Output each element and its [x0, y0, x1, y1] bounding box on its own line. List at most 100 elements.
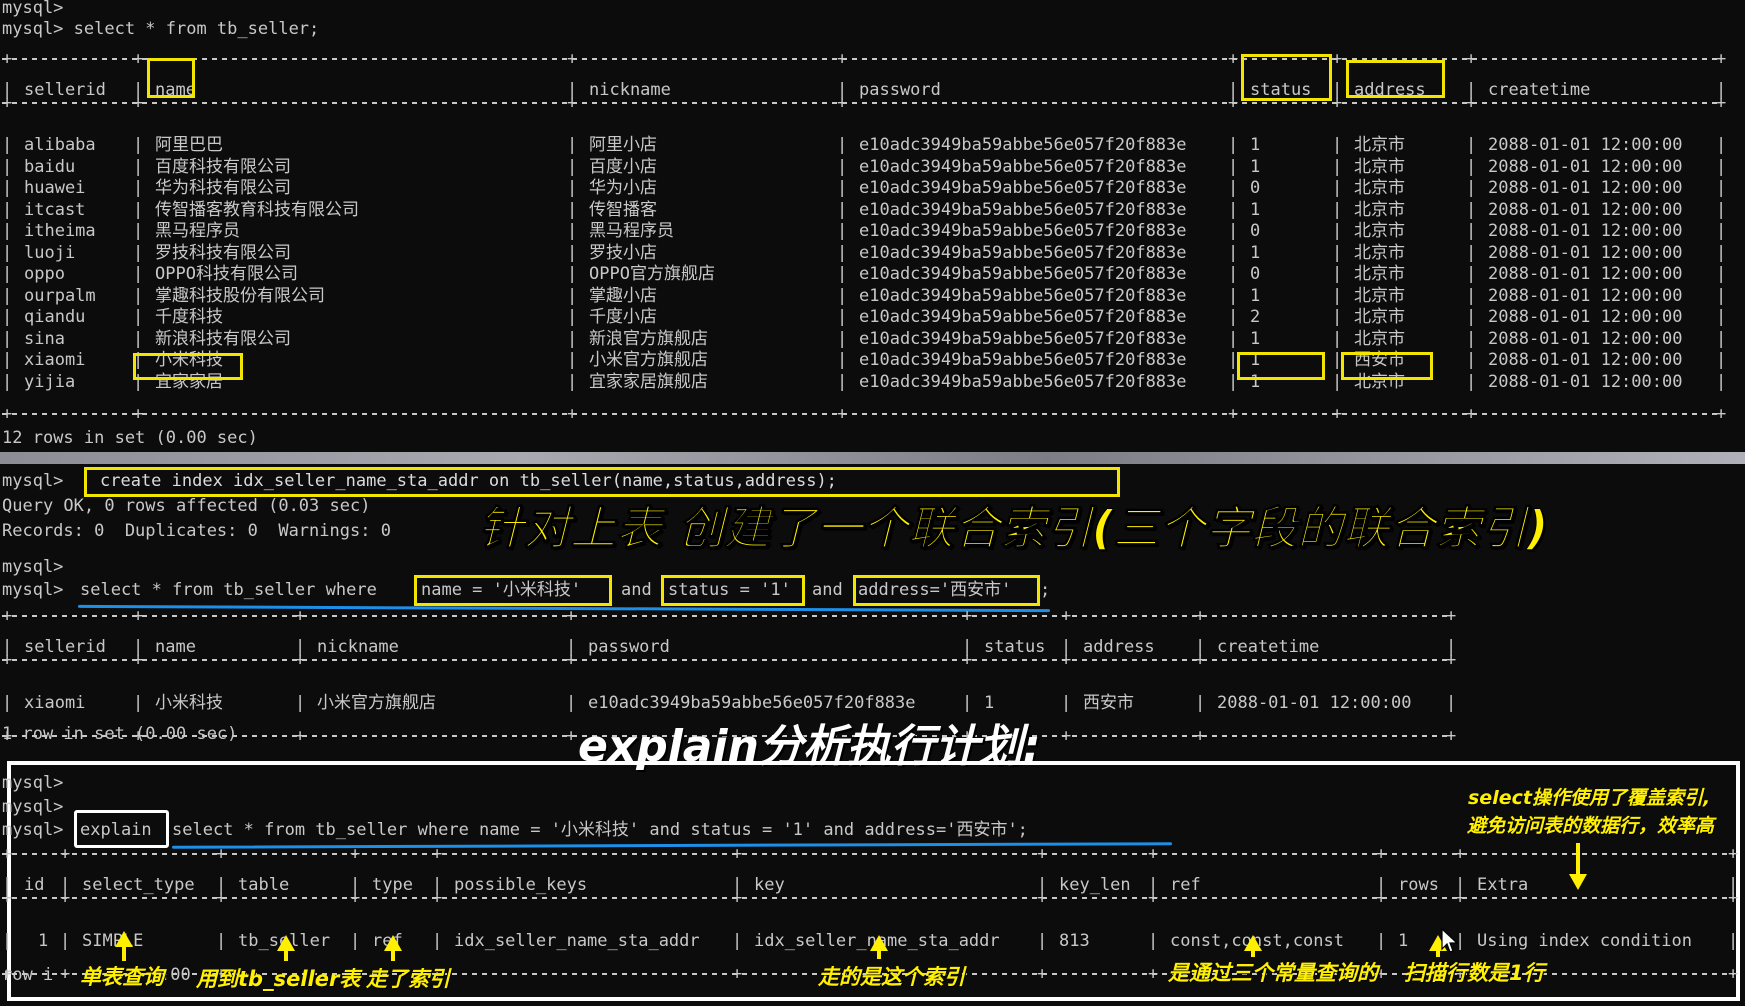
- table1-row-bar: |: [2, 307, 13, 327]
- table1-row-bar: |: [1466, 199, 1477, 220]
- table1-cell: 2088-01-01 12:00:00: [1488, 371, 1683, 392]
- table2-cell: 2088-01-01 12:00:00: [1217, 693, 1412, 713]
- table3-row-bar: |: [2, 931, 13, 951]
- table1-border-mid-plus: +: [1466, 93, 1477, 113]
- table3-border-mid-plus: +: [1455, 888, 1466, 908]
- table1-cell: ourpalm: [24, 285, 96, 306]
- table1-cell: 千度科技: [155, 307, 223, 327]
- table1-row-bar: |: [1466, 307, 1477, 327]
- table1-cell: 掌趣科技股份有限公司: [155, 285, 325, 306]
- table1-row-bar: |: [133, 135, 144, 155]
- table1-row-bar: |: [1228, 135, 1239, 155]
- explain-query: select * from tb_seller where name = '小米…: [172, 820, 1028, 840]
- table1-row-bar: |: [1716, 328, 1727, 349]
- table1-border-mid-plus: +: [2, 93, 13, 113]
- table2-border-top-plus: +: [2, 606, 13, 626]
- table1-row-bar: |: [1716, 285, 1727, 306]
- table1-cell: 传智播客教育科技有限公司: [155, 199, 359, 220]
- table2-border-mid: [2, 659, 1452, 661]
- table2-cell: xiaomi: [24, 693, 86, 713]
- table1-border-bottom-plus: +: [1466, 403, 1477, 424]
- table1-row-bar: |: [837, 285, 848, 306]
- table3-cell: Using index condition: [1477, 931, 1692, 951]
- table3-border-top-plus: +: [216, 844, 227, 864]
- table1-cell: 1: [1250, 156, 1261, 177]
- rows-in-set-1: 12 rows in set (0.00 sec): [2, 428, 258, 448]
- table1-row-bar: |: [2, 328, 13, 349]
- query-ok-line: Query OK, 0 rows affected (0.03 sec): [2, 496, 371, 516]
- table3-border-mid-plus: +: [1376, 888, 1387, 908]
- table1-cell: 0: [1250, 264, 1261, 284]
- table3-row-bar: |: [216, 931, 227, 951]
- table2-row-bar: |: [1061, 693, 1072, 713]
- table1-border-top-plus: +: [837, 49, 848, 69]
- table1-row-bar: |: [2, 178, 13, 198]
- table2-border-bottom-plus: +: [566, 726, 577, 746]
- table2-cell: 小米官方旗舰店: [317, 693, 436, 713]
- table1-header-nickname: nickname: [589, 80, 671, 100]
- table2-border-bottom-plus: +: [295, 726, 306, 746]
- arrow-ref-shaft: [1251, 949, 1255, 957]
- table1-border-top-plus: +: [1332, 49, 1343, 69]
- table1-row-bar: |: [567, 221, 578, 241]
- table1-cell: 北京市: [1354, 156, 1405, 177]
- table3-border-top-plus: +: [1148, 844, 1159, 864]
- table1-row-bar: |: [1716, 242, 1727, 263]
- table2-row-bar: |: [1195, 693, 1206, 713]
- table1-row-bar: |: [2, 371, 13, 392]
- table2-border-top-plus: +: [566, 606, 577, 626]
- table3-cell: 1: [1398, 931, 1409, 951]
- table1-cell: alibaba: [24, 135, 96, 155]
- table2-header-nickname: nickname: [317, 637, 399, 657]
- table1-row-bar: |: [1228, 242, 1239, 263]
- arrow-simple-shaft: [122, 945, 126, 961]
- table2-border-mid-plus: +: [962, 650, 973, 670]
- table1-row-bar: |: [1332, 285, 1343, 306]
- table1-cell: 2088-01-01 12:00:00: [1488, 221, 1683, 241]
- table1-row-bar: |: [837, 221, 848, 241]
- table1-cell: 0: [1250, 221, 1261, 241]
- table1-cell: 掌趣小店: [589, 285, 657, 306]
- table1-cell: e10adc3949ba59abbe56e057f20f883e: [859, 242, 1187, 263]
- table1-border-mid-plus: +: [567, 93, 578, 113]
- explain-keyword: explain: [80, 820, 152, 840]
- note-cover-line-2: 避免访问表的数据行，效率高: [1467, 815, 1715, 837]
- table2-header-name: name: [155, 637, 196, 657]
- table2-border-mid-plus: +: [566, 650, 577, 670]
- table1-row-bar: |: [1716, 199, 1727, 220]
- explain-prompt-3: mysql>: [2, 820, 64, 840]
- table1-row-bar: |: [133, 242, 144, 263]
- table1-row-bar: |: [567, 328, 578, 349]
- table2-border-bottom-plus: +: [1195, 726, 1206, 746]
- table1-cell: 0: [1250, 178, 1261, 198]
- table1-row-bar: |: [1228, 156, 1239, 177]
- label-three-constants: 是通过三个常量查询的: [1168, 961, 1378, 985]
- table1-cell: luoji: [24, 242, 76, 263]
- table1-cell: e10adc3949ba59abbe56e057f20f883e: [859, 285, 1187, 306]
- table1-cell: 宜家家居旗舰店: [589, 371, 708, 392]
- table3-row-bar: |: [732, 931, 743, 951]
- table3-header-type: type: [372, 875, 413, 895]
- table3-header-key: key: [754, 875, 785, 895]
- table1-cell: 北京市: [1354, 307, 1405, 327]
- table2-border-top-plus: +: [295, 606, 306, 626]
- table1-row-bar: |: [2, 156, 13, 177]
- label-uses-index: 走了索引: [366, 967, 450, 991]
- table1-cell: e10adc3949ba59abbe56e057f20f883e: [859, 328, 1187, 349]
- table1-cell: 2088-01-01 12:00:00: [1488, 156, 1683, 177]
- table1-row-bar: |: [567, 156, 578, 177]
- table1-cell: 2088-01-01 12:00:00: [1488, 350, 1683, 370]
- table3-row-bar: |: [1148, 931, 1159, 951]
- rows-in-set-3-partial: row i: [2, 965, 54, 985]
- table1-row-bar: |: [133, 178, 144, 198]
- table1-border-bottom-plus: +: [567, 403, 578, 424]
- table1-cell: huawei: [24, 178, 86, 198]
- label-which-index: 走的是这个索引: [818, 965, 965, 989]
- table1-cell: OPPO科技有限公司: [155, 264, 298, 284]
- table1-border-mid: [2, 102, 1722, 104]
- table1-cell: 2088-01-01 12:00:00: [1488, 242, 1683, 263]
- table1-cell: e10adc3949ba59abbe56e057f20f883e: [859, 178, 1187, 198]
- table1-cell: 黑马程序员: [589, 221, 674, 241]
- table1-row-bar: |: [133, 307, 144, 327]
- table3-border-bottom-plus: +: [1037, 964, 1048, 984]
